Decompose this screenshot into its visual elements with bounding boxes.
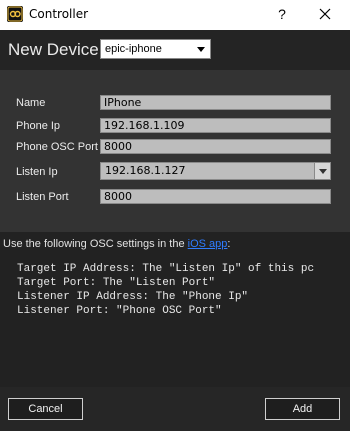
add-button[interactable]: Add — [265, 398, 340, 420]
instructions-intro: Use the following OSC settings in the iO… — [3, 238, 230, 250]
name-field[interactable]: IPhone — [100, 95, 331, 110]
window-title: Controller — [29, 7, 89, 21]
phone-osc-port-field[interactable]: 8000 — [100, 139, 331, 154]
osc-instructions: Use the following OSC settings in the iO… — [0, 232, 350, 387]
intro-suffix: : — [227, 238, 231, 250]
chevron-down-icon — [197, 47, 205, 52]
instruction-line: Target IP Address: The "Listen Ip" of th… — [17, 263, 315, 275]
close-icon — [319, 8, 331, 20]
listen-port-field[interactable]: 8000 — [100, 189, 331, 204]
phone-osc-port-label: Phone OSC Port — [16, 141, 98, 153]
instruction-line: Listener IP Address: The "Phone Ip" — [17, 291, 249, 303]
listen-ip-label: Listen Ip — [16, 166, 58, 178]
listen-ip-value: 192.168.1.127 — [105, 164, 186, 177]
new-device-label: New Device: — [8, 40, 104, 59]
device-form: Name IPhone Phone Ip 192.168.1.109 Phone… — [0, 70, 350, 232]
close-button[interactable] — [315, 4, 335, 24]
app-logo-icon — [7, 6, 23, 22]
intro-prefix: Use the following OSC settings in the — [3, 238, 188, 250]
instruction-line: Target Port: The "Listen Port" — [17, 277, 216, 289]
instruction-line: Listener Port: "Phone OSC Port" — [17, 305, 222, 317]
help-button[interactable]: ? — [272, 4, 292, 24]
device-bar: New Device: epic-iphone — [0, 30, 350, 70]
dialog-footer: Cancel Add — [0, 387, 350, 431]
listen-ip-select[interactable]: 192.168.1.127 — [100, 162, 331, 180]
cancel-button[interactable]: Cancel — [8, 398, 83, 420]
device-select-value: epic-iphone — [105, 43, 162, 55]
ios-app-link[interactable]: iOS app — [188, 238, 228, 250]
phone-ip-label: Phone Ip — [16, 120, 61, 132]
listen-ip-dropdown-button[interactable] — [314, 163, 330, 179]
phone-ip-field[interactable]: 192.168.1.109 — [100, 118, 331, 133]
title-bar: Controller ? — [0, 0, 350, 30]
listen-port-label: Listen Port — [16, 191, 69, 203]
device-select[interactable]: epic-iphone — [100, 39, 211, 59]
name-label: Name — [16, 97, 46, 109]
chevron-down-icon — [319, 169, 327, 174]
